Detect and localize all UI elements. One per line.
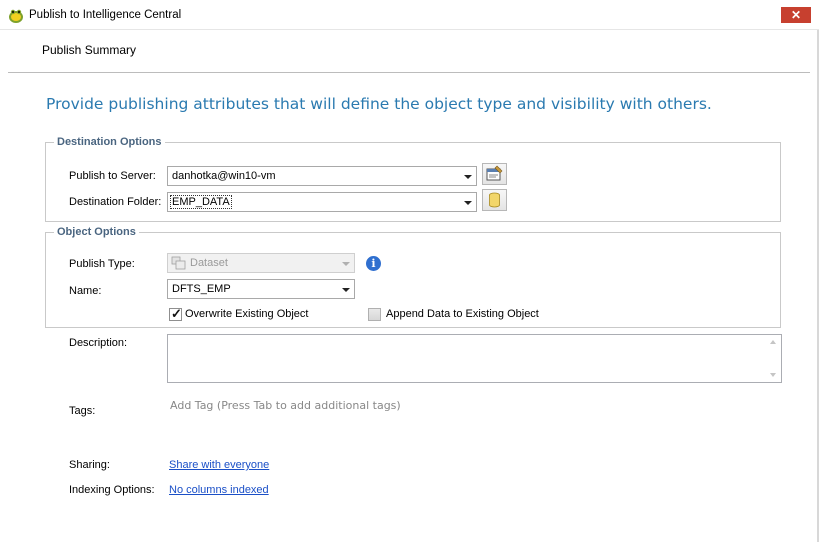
chevron-down-icon xyxy=(464,175,472,179)
folder-label: Destination Folder: xyxy=(69,196,162,208)
divider xyxy=(8,72,810,73)
close-icon: ✕ xyxy=(790,8,802,22)
overwrite-label: Overwrite Existing Object xyxy=(185,308,309,320)
tags-label: Tags: xyxy=(69,405,96,417)
server-dropdown[interactable]: danhotka@win10-vm xyxy=(167,166,477,186)
instruction-heading: Provide publishing attributes that will … xyxy=(46,95,712,113)
scroll-down-icon[interactable] xyxy=(770,373,776,377)
publish-type-dropdown[interactable]: Dataset xyxy=(167,253,355,273)
info-icon[interactable]: i xyxy=(366,256,381,271)
toad-app-icon xyxy=(9,9,23,23)
server-value: danhotka@win10-vm xyxy=(172,170,276,182)
description-label: Description: xyxy=(69,337,128,349)
indexing-options-link[interactable]: No columns indexed xyxy=(169,484,269,496)
select-folder-button[interactable] xyxy=(482,189,507,211)
append-label: Append Data to Existing Object xyxy=(386,308,539,320)
server-label: Publish to Server: xyxy=(69,170,156,182)
folder-value: EMP_DATA xyxy=(170,195,232,209)
indexing-options-label: Indexing Options: xyxy=(69,484,155,496)
dataset-icon xyxy=(171,256,186,270)
chevron-down-icon xyxy=(464,201,472,205)
description-textarea[interactable] xyxy=(167,334,782,383)
name-value: DFTS_EMP xyxy=(172,283,231,295)
append-checkbox[interactable] xyxy=(368,308,381,321)
share-with-everyone-link[interactable]: Share with everyone xyxy=(169,459,269,471)
checkmark-icon: ✓ xyxy=(171,306,182,321)
name-dropdown[interactable]: DFTS_EMP xyxy=(167,279,355,299)
sharing-label: Sharing: xyxy=(69,459,110,471)
server-properties-button[interactable] xyxy=(482,163,507,185)
overwrite-checkbox[interactable]: ✓ xyxy=(169,306,182,321)
chevron-down-icon xyxy=(342,288,350,292)
window-title: Publish to Intelligence Central xyxy=(29,9,182,21)
publish-type-label: Publish Type: xyxy=(69,258,135,270)
scroll-up-icon[interactable] xyxy=(770,340,776,344)
object-options-legend: Object Options xyxy=(57,226,136,238)
database-icon xyxy=(489,192,500,208)
server-properties-icon xyxy=(486,165,503,181)
close-button[interactable]: ✕ xyxy=(781,7,811,23)
name-label: Name: xyxy=(69,285,102,297)
folder-dropdown[interactable]: EMP_DATA xyxy=(167,192,477,212)
tags-input[interactable]: Add Tag (Press Tab to add additional tag… xyxy=(170,399,401,412)
publish-type-value: Dataset xyxy=(190,257,228,269)
chevron-down-icon xyxy=(342,262,350,266)
destination-options-legend: Destination Options xyxy=(57,136,162,148)
title-bar: Publish to Intelligence Central ✕ xyxy=(0,0,819,30)
page-title: Publish Summary xyxy=(42,43,137,57)
